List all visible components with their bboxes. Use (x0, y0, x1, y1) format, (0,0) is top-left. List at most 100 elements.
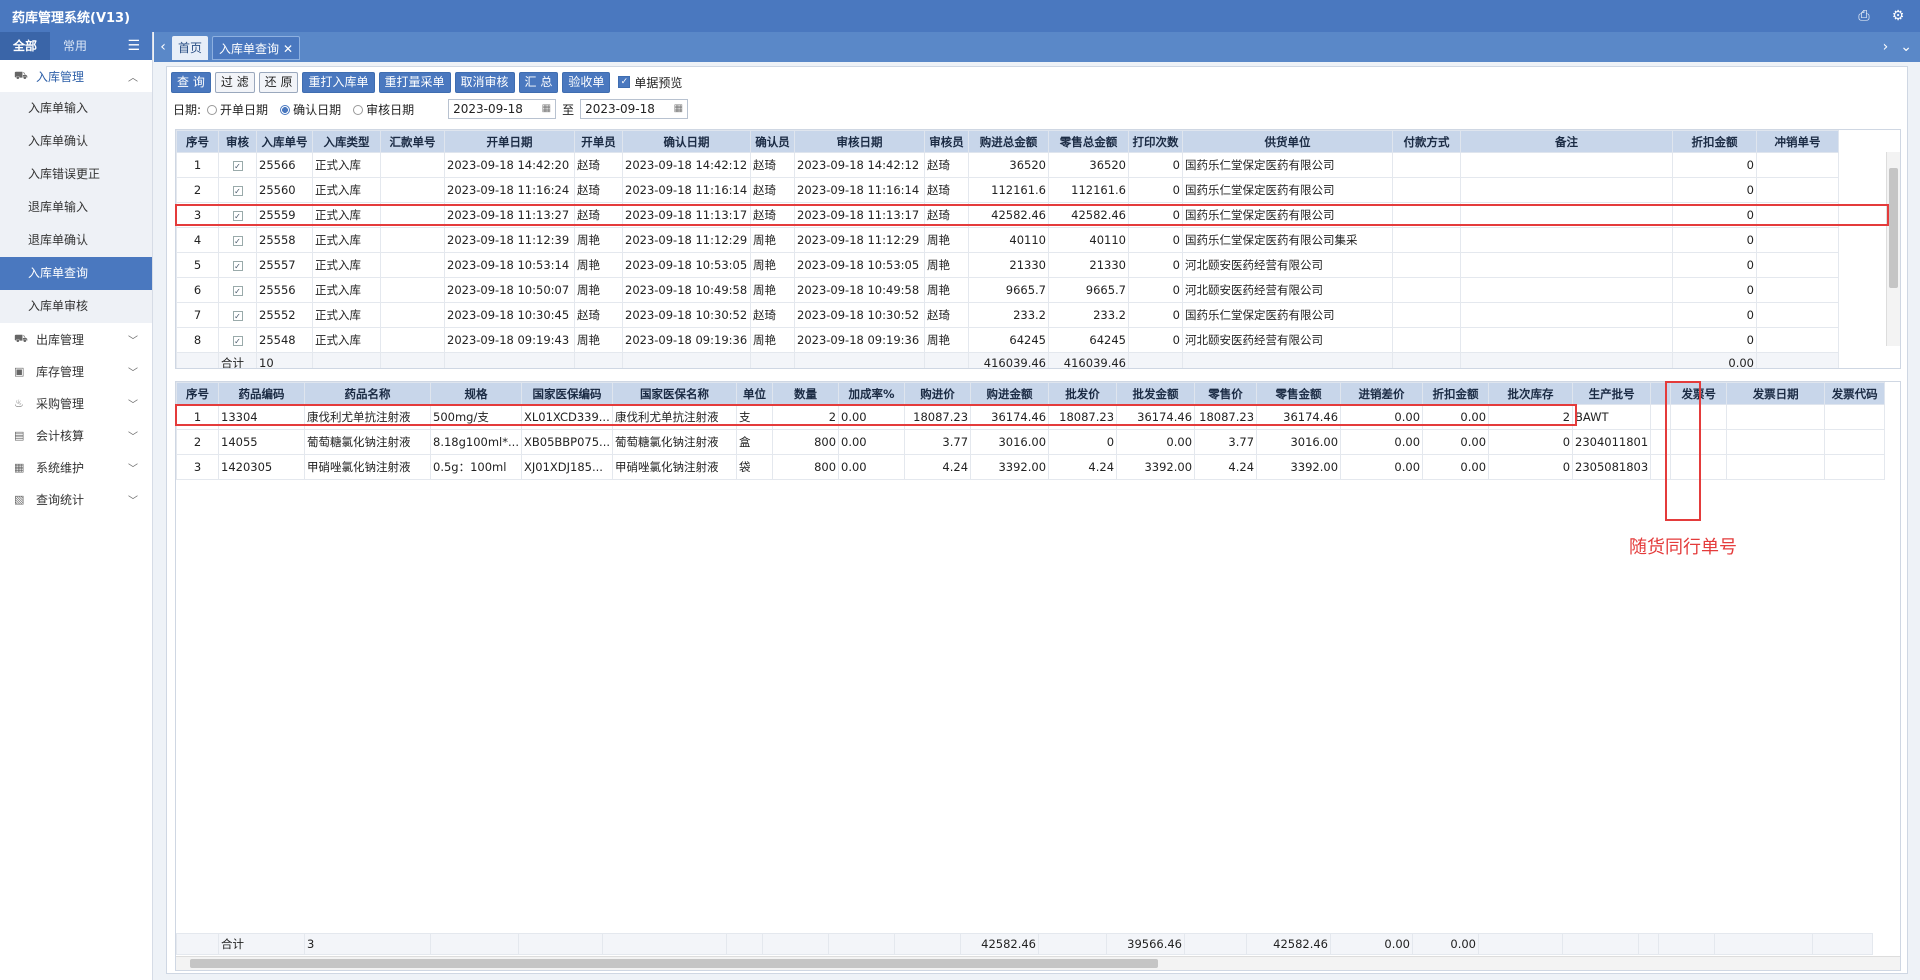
close-icon[interactable]: ✕ (283, 42, 293, 56)
sidebar-item-active[interactable]: 入库单查询 (0, 257, 152, 290)
column-header[interactable]: 发票日期 (1726, 382, 1826, 405)
column-header[interactable]: 审核员 (924, 130, 969, 153)
review-checkbox[interactable]: ✓ (232, 311, 243, 321)
column-header[interactable]: 折扣金额 (1672, 130, 1757, 153)
sidebar-item[interactable]: 退库单确认 (0, 224, 152, 257)
review-checkbox[interactable]: ✓ (232, 236, 243, 246)
radio-review-date[interactable]: 审核日期 (353, 101, 414, 118)
column-header[interactable]: 发票代码 (1824, 382, 1886, 405)
column-header[interactable]: 付款方式 (1392, 130, 1461, 153)
column-header[interactable]: 确认员 (750, 130, 795, 153)
gear-icon[interactable]: ⚙ (1890, 8, 1906, 24)
sidebar-item[interactable]: 退库单输入 (0, 191, 152, 224)
column-header[interactable]: 打印次数 (1128, 130, 1183, 153)
table-row[interactable]: 8 ✓ 25548 正式入库 2023-09-18 09:19:43 周艳 2023-09-… (176, 327, 1839, 353)
column-header[interactable]: 批发金额 (1116, 382, 1196, 405)
column-header[interactable]: 零售价 (1194, 382, 1258, 405)
column-header[interactable]: 开单员 (574, 130, 623, 153)
sidebar-item[interactable]: 入库错误更正 (0, 158, 152, 191)
column-header[interactable]: 购进总金额 (968, 130, 1049, 153)
sidebar-tab-all[interactable]: 全部 (0, 32, 50, 60)
column-header[interactable]: 单位 (736, 382, 774, 405)
review-checkbox[interactable]: ✓ (232, 286, 243, 296)
table-row[interactable]: 6 ✓ 25556 正式入库 2023-09-18 10:50:07 周艳 2023-09-… (176, 277, 1839, 303)
reprint-procurement-button[interactable]: 重打量采单 (378, 71, 451, 93)
sidebar-group-purchase[interactable]: ♨ 采购管理 ﹀ (0, 387, 152, 419)
sidebar-tab-common[interactable]: 常用 (50, 32, 100, 60)
radio-confirm-date[interactable]: 确认日期 (280, 101, 341, 118)
column-header[interactable]: 折扣金额 (1422, 382, 1490, 405)
sidebar-item[interactable]: 入库单审核 (0, 290, 152, 323)
sidebar-item[interactable]: 入库单确认 (0, 125, 152, 158)
column-header[interactable]: 入库类型 (312, 130, 381, 153)
cancel-review-button[interactable]: 取消审核 (454, 71, 515, 93)
scroll-thumb[interactable] (190, 959, 1158, 968)
summary-button[interactable]: 汇 总 (518, 71, 559, 93)
table-row[interactable]: 4 ✓ 25558 正式入库 2023-09-18 11:12:39 周艳 2023-09-… (176, 227, 1839, 253)
column-header[interactable]: 审核日期 (794, 130, 925, 153)
column-header[interactable]: 进销差价 (1340, 382, 1424, 405)
sidebar-group-system[interactable]: ▦ 系统维护 ﹀ (0, 451, 152, 483)
table-row[interactable]: 3 ✓ 25559 正式入库 2023-09-18 11:13:27 赵琦 2023-09-… (176, 202, 1839, 228)
column-header[interactable]: 序号 (176, 382, 219, 405)
sidebar-item[interactable]: 入库单输入 (0, 92, 152, 125)
print-icon[interactable]: ⎙ (1856, 8, 1872, 24)
tab-current[interactable]: 入库单查询 ✕ (212, 36, 301, 60)
table-row[interactable]: 5 ✓ 25557 正式入库 2023-09-18 10:53:14 周艳 2023-09-… (176, 252, 1839, 278)
table-row[interactable]: 2 14055 葡萄糖氯化钠注射液 8.18g100ml*... XB05BBP075.… (176, 429, 1886, 455)
column-header[interactable]: 生产批号 (1572, 382, 1652, 405)
table-row[interactable]: 3 1420305 甲硝唑氯化钠注射液 0.5g：100ml XJ01XDJ185...… (176, 454, 1886, 480)
column-header[interactable]: 汇款单号 (380, 130, 445, 153)
column-header[interactable]: 规格 (430, 382, 522, 405)
column-header[interactable]: 加成率% (838, 382, 906, 405)
column-header[interactable]: 购进价 (904, 382, 972, 405)
sidebar-group-accounting[interactable]: ▤ 会计核算 ﹀ (0, 419, 152, 451)
column-header[interactable]: 药品名称 (304, 382, 431, 405)
sidebar-group-stock[interactable]: ▣ 库存管理 ﹀ (0, 355, 152, 387)
acceptance-button[interactable]: 验收单 (562, 71, 611, 93)
review-checkbox[interactable]: ✓ (232, 261, 243, 271)
column-header[interactable]: 药品编码 (218, 382, 305, 405)
vertical-scrollbar[interactable] (1886, 152, 1900, 346)
column-header[interactable]: 零售金额 (1256, 382, 1342, 405)
review-checkbox[interactable]: ✓ (232, 161, 243, 171)
filter-button[interactable]: 过 滤 (214, 71, 255, 93)
sidebar-group-inbound[interactable]: ⛟ 入库管理 ︿ (0, 60, 152, 92)
scroll-thumb[interactable] (1889, 168, 1898, 288)
column-header[interactable]: 备注 (1460, 130, 1673, 153)
date-from-input[interactable]: 2023-09-18 ▦ (448, 99, 557, 119)
column-header[interactable]: 确认日期 (622, 130, 751, 153)
reprint-inbound-button[interactable]: 重打入库单 (302, 71, 375, 93)
column-header[interactable]: 国家医保名称 (612, 382, 738, 405)
menu-icon[interactable]: ☰ (127, 38, 140, 54)
table-row[interactable]: 1 13304 康伐利尤单抗注射液 500mg/支 XL01XCD339... 康伐利尤单… (176, 404, 1886, 430)
restore-button[interactable]: 还 原 (258, 71, 299, 93)
date-to-input[interactable]: 2023-09-18 ▦ (580, 99, 689, 119)
review-checkbox[interactable]: ✓ (232, 186, 243, 196)
column-header[interactable]: 购进金额 (970, 382, 1050, 405)
horizontal-scrollbar[interactable] (176, 956, 1900, 970)
query-button[interactable]: 查 询 (171, 71, 211, 93)
chevron-right-icon[interactable]: › (1883, 39, 1889, 55)
column-header[interactable]: 审核 (218, 130, 257, 153)
chevron-left-icon[interactable]: ‹ (154, 32, 172, 62)
column-header[interactable]: 批发价 (1048, 382, 1118, 405)
column-header[interactable]: 序号 (176, 130, 219, 153)
preview-checkbox[interactable]: ✓ 单据预览 (618, 74, 682, 91)
table-row[interactable]: 2 ✓ 25560 正式入库 2023-09-18 11:16:24 赵琦 2023-09-… (176, 177, 1839, 203)
column-header[interactable]: 入库单号 (256, 130, 313, 153)
sidebar-group-outbound[interactable]: ⛟ 出库管理 ﹀ (0, 323, 152, 355)
column-header[interactable]: 开单日期 (444, 130, 575, 153)
review-checkbox[interactable]: ✓ (232, 336, 243, 346)
table-row[interactable]: 1 ✓ 25566 正式入库 2023-09-18 14:42:20 赵琦 2023-09-… (176, 152, 1839, 178)
tab-home[interactable]: 首页 (172, 36, 209, 60)
column-header[interactable]: 批次库存 (1488, 382, 1574, 405)
chevron-down-icon[interactable]: ⌄ (1900, 39, 1912, 55)
radio-open-date[interactable]: 开单日期 (207, 101, 268, 118)
column-header[interactable]: 零售总金额 (1048, 130, 1129, 153)
column-header[interactable]: 冲销单号 (1756, 130, 1839, 153)
column-header[interactable]: 数量 (772, 382, 840, 405)
review-checkbox[interactable]: ✓ (232, 211, 243, 221)
table-row[interactable]: 7 ✓ 25552 正式入库 2023-09-18 10:30:45 赵琦 2023-09-… (176, 302, 1839, 328)
sidebar-group-query[interactable]: ▧ 查询统计 ﹀ (0, 483, 152, 515)
